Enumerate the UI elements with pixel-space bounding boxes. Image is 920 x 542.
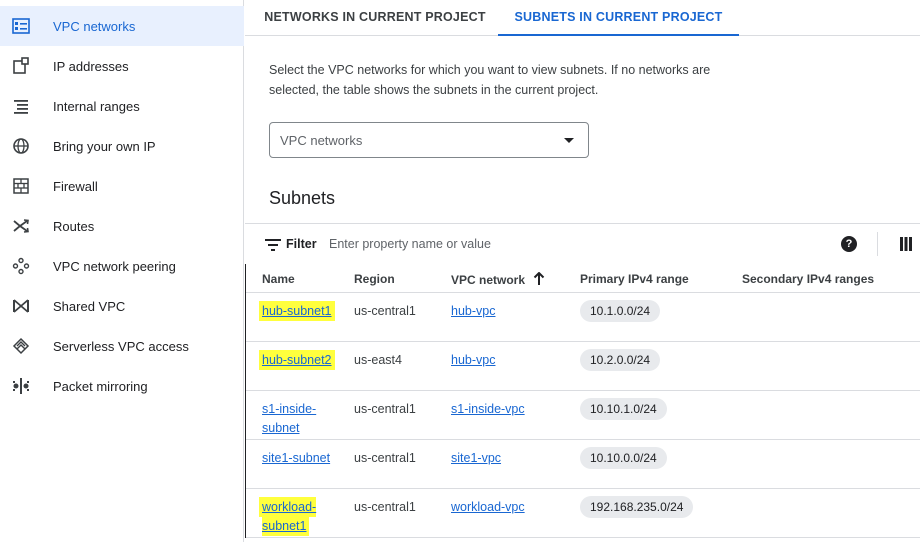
subnet-region: us-central1 [354, 402, 416, 416]
sidebar-item-label: Bring your own IP [53, 138, 156, 154]
help-icon[interactable]: ? [841, 236, 857, 252]
sort-ascending-icon[interactable] [533, 271, 545, 289]
packet-mirroring-icon [12, 377, 30, 395]
sidebar-item-label: VPC network peering [53, 258, 176, 274]
sidebar-item-vpc-networks[interactable]: VPC networks [0, 6, 244, 46]
ip-range-chip: 10.10.0.0/24 [580, 447, 667, 469]
vpc-network-link[interactable]: s1-inside-vpc [451, 400, 525, 419]
table-row: site1-subnet us-central1 site1-vpc 10.10… [246, 440, 920, 489]
subnet-name-link[interactable]: hub-subnet1 [262, 302, 332, 321]
peering-icon [12, 257, 30, 275]
subnet-name-text: hub-subnet1 [262, 304, 332, 318]
section-title: Subnets [269, 188, 336, 208]
vpc-network-link[interactable]: workload-vpc [451, 498, 525, 517]
globe-icon [12, 137, 30, 155]
filter-bar: Filter ? [245, 223, 920, 263]
tab-subnets-in-current-project[interactable]: SUBNETS IN CURRENT PROJECT [498, 0, 739, 36]
ip-range-chip: 10.2.0.0/24 [580, 349, 661, 371]
sidebar-item-internal-ranges[interactable]: Internal ranges [0, 86, 244, 126]
sidebar-item-label: Routes [53, 218, 95, 234]
column-header-vpc-network-label: VPC network [451, 273, 526, 287]
sidebar-item-label: IP addresses [53, 58, 129, 74]
sidebar-item-bring-your-own-ip[interactable]: Bring your own IP [0, 126, 244, 166]
sidebar-item-firewall[interactable]: Firewall [0, 166, 244, 206]
vpc-network-link[interactable]: site1-vpc [451, 449, 501, 468]
main-content: NETWORKS IN CURRENT PROJECT SUBNETS IN C… [245, 0, 920, 542]
tab-bar: NETWORKS IN CURRENT PROJECT SUBNETS IN C… [245, 0, 920, 36]
description-text: Select the VPC networks for which you wa… [269, 63, 711, 97]
sidebar-item-label: Internal ranges [53, 98, 140, 114]
sidebar-item-label: Serverless VPC access [53, 338, 189, 354]
divider [877, 232, 878, 256]
ip-range-chip: 192.168.235.0/24 [580, 496, 694, 518]
subnet-region: us-central1 [354, 451, 416, 465]
sidebar: VPC networks IP addresses Internal range… [0, 0, 244, 542]
vpc-networks-icon [12, 17, 30, 35]
sidebar-item-label: Packet mirroring [53, 378, 148, 394]
vpc-network-link[interactable]: hub-vpc [451, 351, 495, 370]
subnet-name-text: workload-subnet1 [262, 500, 317, 533]
column-header-vpc-network[interactable]: VPC network [451, 271, 545, 289]
table-row: hub-subnet1 us-central1 hub-vpc 10.1.0.0… [246, 293, 920, 342]
sidebar-item-label: Shared VPC [53, 298, 126, 314]
ip-range-chip: 10.10.1.0/24 [580, 398, 667, 420]
subnet-name-link[interactable]: workload-subnet1 [262, 498, 332, 536]
table-header: Name Region VPC network Primary IPv4 ran… [246, 264, 920, 293]
filter-icon[interactable] [265, 238, 281, 251]
ip-addresses-icon [12, 57, 30, 75]
sidebar-item-label: Firewall [53, 178, 98, 194]
serverless-icon [12, 337, 30, 355]
tab-networks-in-current-project[interactable]: NETWORKS IN CURRENT PROJECT [253, 0, 497, 36]
vpc-networks-select-placeholder: VPC networks [280, 133, 363, 148]
subnet-region: us-central1 [354, 500, 416, 514]
internal-ranges-icon [12, 97, 30, 115]
column-header-region[interactable]: Region [354, 272, 395, 286]
subnet-name-link[interactable]: s1-inside-subnet [262, 400, 332, 438]
column-header-secondary-ipv4-ranges[interactable]: Secondary IPv4 ranges [742, 272, 874, 286]
column-display-options-icon[interactable] [900, 237, 912, 251]
vpc-networks-select[interactable]: VPC networks [269, 122, 589, 158]
table-row: hub-subnet2 us-east4 hub-vpc 10.2.0.0/24 [246, 342, 920, 391]
column-header-name[interactable]: Name [262, 272, 295, 286]
sidebar-item-ip-addresses[interactable]: IP addresses [0, 46, 244, 86]
subnet-region: us-central1 [354, 304, 416, 318]
column-header-primary-ipv4-range[interactable]: Primary IPv4 range [580, 272, 689, 286]
subnet-region: us-east4 [354, 353, 402, 367]
subnet-name-link[interactable]: site1-subnet [262, 449, 332, 468]
filter-input[interactable] [329, 234, 629, 254]
shared-vpc-icon [12, 297, 30, 315]
sidebar-item-routes[interactable]: Routes [0, 206, 244, 246]
sidebar-item-label: VPC networks [53, 18, 136, 34]
table-row: workload-subnet1 us-central1 workload-vp… [246, 489, 920, 538]
filter-label[interactable]: Filter [286, 237, 317, 251]
firewall-icon [12, 177, 30, 195]
ip-range-chip: 10.1.0.0/24 [580, 300, 661, 322]
vpc-network-link[interactable]: hub-vpc [451, 302, 495, 321]
routes-icon [12, 217, 30, 235]
sidebar-item-shared-vpc[interactable]: Shared VPC [0, 286, 244, 326]
sidebar-item-serverless-vpc-access[interactable]: Serverless VPC access [0, 326, 244, 366]
sidebar-item-packet-mirroring[interactable]: Packet mirroring [0, 366, 244, 406]
subnets-table: Name Region VPC network Primary IPv4 ran… [245, 264, 920, 538]
subnet-name-link[interactable]: hub-subnet2 [262, 351, 332, 370]
table-row: s1-inside-subnet us-central1 s1-inside-v… [246, 391, 920, 440]
subnet-name-text: hub-subnet2 [262, 353, 332, 367]
sidebar-item-vpc-network-peering[interactable]: VPC network peering [0, 246, 244, 286]
dropdown-caret-icon [564, 138, 574, 143]
